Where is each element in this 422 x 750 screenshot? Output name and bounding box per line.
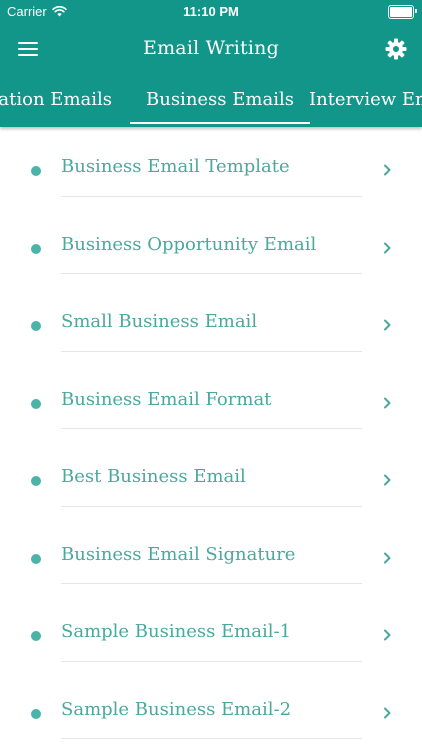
chevron-right-icon [384,319,391,331]
bullet-dot [31,243,41,254]
bullet-dot [31,553,41,564]
list-item-label: Business Email Template [61,156,290,177]
category-tabs: Application Emails Business Emails Inter… [0,74,422,127]
page-title: Email Writing [143,37,279,59]
list-item[interactable]: Business Email Format [0,360,422,438]
divider [61,505,362,507]
divider [61,738,362,739]
status-time: 11:10 PM [183,4,239,19]
list-item-label: Business Email Signature [61,543,296,565]
list-item[interactable]: Sample Business Email-1 [0,592,422,670]
bullet-dot [31,708,41,719]
tab-application-emails[interactable]: Application Emails [0,89,112,110]
navigation-bar: Email Writing [0,28,422,72]
bullet-dot [31,476,41,486]
app-header: Carrier 11:10 PM Email Writing ation Ema… [0,0,422,127]
tab-interview-emails[interactable]: Interview Emails [309,89,422,110]
divider [61,273,362,274]
chevron-right-icon [384,164,391,176]
divider [61,195,362,197]
list-item[interactable]: Business Opportunity Email [0,205,422,283]
chevron-right-icon [384,242,391,253]
chevron-right-icon [384,552,391,563]
email-topic-list: Business Email Template Business Opportu… [0,127,422,747]
list-item-label: Small Business Email [61,311,258,332]
list-item[interactable]: Sample Business Email-2 [0,670,422,748]
list-item[interactable]: Business Email Template [0,127,422,205]
list-item-label: Sample Business Email-2 [61,698,292,720]
tab-business-emails[interactable]: Business Emails [130,89,310,124]
list-item-label: Sample Business Email-1 [61,621,292,642]
status-bar: Carrier 11:10 PM [0,0,422,24]
bullet-dot [31,321,41,331]
divider [61,350,362,352]
chevron-right-icon [384,707,391,718]
list-item-label: Best Business Email [61,466,246,487]
divider [61,428,362,429]
list-item[interactable]: Best Business Email [0,437,422,515]
gear-icon[interactable] [384,37,408,61]
divider [61,660,362,662]
battery-icon [388,5,417,19]
list-item-label: Business Opportunity Email [61,233,317,255]
bullet-dot [31,398,41,409]
bullet-dot [31,166,41,176]
bullet-dot [31,631,41,641]
list-item[interactable]: Small Business Email [0,282,422,360]
divider [61,583,362,584]
chevron-right-icon [384,397,391,408]
list-item[interactable]: Business Email Signature [0,515,422,593]
list-item-label: Business Email Format [61,388,272,410]
chevron-right-icon [384,629,391,641]
chevron-right-icon [384,474,391,486]
